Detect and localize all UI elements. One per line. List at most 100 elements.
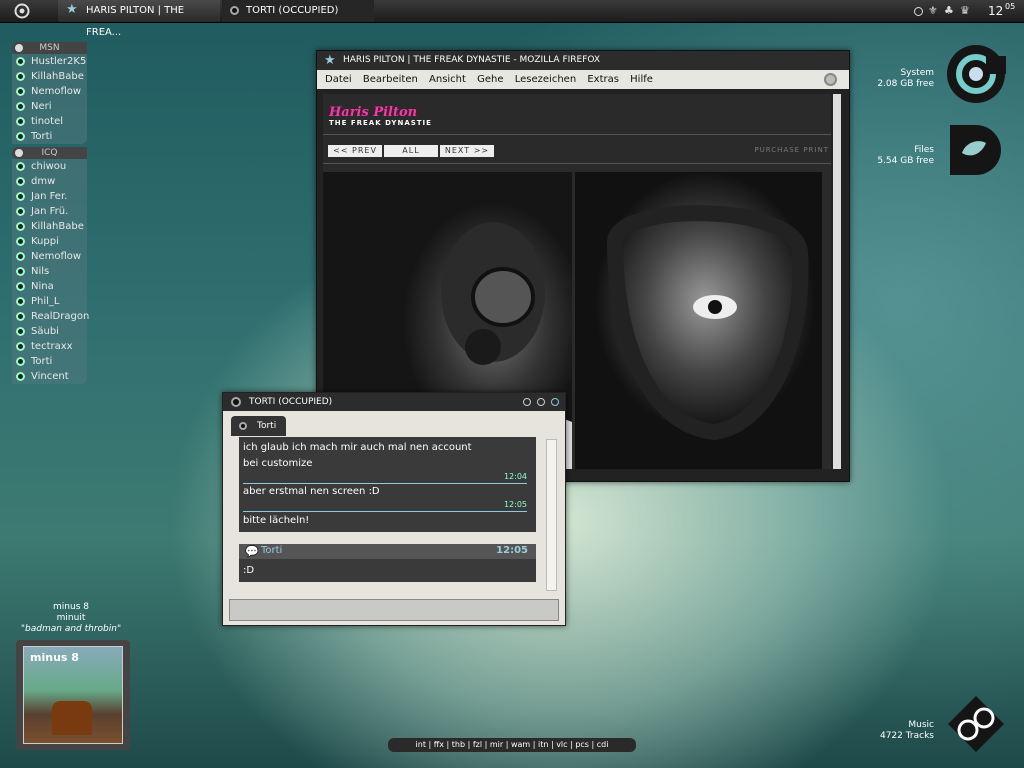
menu-lesezeichen[interactable]: Lesezeichen: [515, 74, 576, 85]
contact-item[interactable]: Säubi: [12, 324, 87, 339]
contact-item[interactable]: KillahBabe: [12, 219, 87, 234]
online-status-icon: [16, 132, 25, 141]
task-firefox[interactable]: ★ HARIS PILTON | THE FREA...: [58, 0, 220, 38]
quicklaunch-bar[interactable]: int | ffx | thb | fzl | mir | wam | itn …: [388, 738, 636, 752]
files-drive-icon[interactable]: [946, 121, 1004, 179]
maximize-icon[interactable]: [537, 398, 545, 406]
icq-contacts: chiwou dmw Jan Fer. Jan Frü. KillahBabe …: [12, 159, 89, 384]
online-status-icon: [16, 297, 25, 306]
start-menu-icon[interactable]: [14, 3, 30, 19]
album-cover[interactable]: minus 8: [16, 640, 130, 750]
contact-item[interactable]: Neri: [12, 99, 87, 114]
contact-item[interactable]: tectraxx: [12, 339, 87, 354]
contact-item[interactable]: chiwou: [12, 159, 87, 174]
contact-item[interactable]: dmw: [12, 174, 87, 189]
contact-item[interactable]: Nina: [12, 279, 87, 294]
clock-minute: 05: [1005, 2, 1016, 11]
contact-item[interactable]: Nils: [12, 264, 87, 279]
prev-button[interactable]: << PREV: [328, 145, 382, 157]
club-icon[interactable]: ♣: [944, 0, 954, 22]
online-status-icon: [16, 312, 25, 321]
group-icon: [15, 149, 23, 157]
menu-ansicht[interactable]: Ansicht: [429, 74, 466, 85]
contact-list-msn: MSN Hustler2K5 KillahBabe Nemoflow Neri …: [12, 42, 87, 144]
all-button[interactable]: ALL: [384, 145, 438, 157]
minimize-icon[interactable]: [523, 398, 531, 406]
online-status-icon: [16, 87, 25, 96]
chat-window: TORTI (OCCUPIED) Torti ich glaub ich mac…: [222, 392, 566, 626]
menu-hilfe[interactable]: Hilfe: [630, 74, 653, 85]
online-status-icon: [16, 357, 25, 366]
task-chat-label: TORTI (OCCUPIED): [246, 5, 339, 16]
star-icon: ★: [324, 53, 336, 68]
next-button[interactable]: NEXT >>: [440, 145, 494, 157]
purchase-print-link[interactable]: PURCHASE PRINT: [754, 146, 829, 154]
menu-gehe[interactable]: Gehe: [477, 74, 503, 85]
fleur-icon[interactable]: ⚜: [928, 0, 938, 22]
chat-icon: [230, 6, 239, 15]
now-playing-info: minus 8 minuit "badman and throbin": [20, 602, 122, 634]
task-chat[interactable]: TORTI (OCCUPIED): [222, 0, 374, 22]
message-2: aber erstmal nen screen :D 12:05: [239, 486, 533, 512]
msn-group-header[interactable]: MSN: [12, 42, 87, 54]
status-icon[interactable]: [914, 7, 923, 16]
icq-group-header[interactable]: ICQ: [12, 147, 87, 159]
contact-item[interactable]: Jan Frü.: [12, 204, 87, 219]
tab-torti[interactable]: Torti: [231, 416, 286, 436]
firefox-titlebar[interactable]: ★ HARIS PILTON | THE FREAK DYNASTIE - MO…: [317, 51, 849, 70]
clock-hour: 12: [988, 4, 1004, 18]
online-status-icon: [16, 177, 25, 186]
message-input[interactable]: [229, 599, 559, 621]
contact-item[interactable]: tinotel: [12, 114, 87, 129]
contact-item[interactable]: RealDragon: [12, 309, 89, 324]
contact-list-icq: ICQ chiwou dmw Jan Fer. Jan Frü. KillahB…: [12, 147, 89, 384]
crown-icon[interactable]: ♛: [960, 0, 970, 22]
menu-bearbeiten[interactable]: Bearbeiten: [363, 74, 418, 85]
online-status-icon: [16, 327, 25, 336]
online-status-icon: [16, 237, 25, 246]
message-1: ich glaub ich mach mir auch mal nen acco…: [239, 440, 533, 484]
online-status-icon: [16, 192, 25, 201]
online-status-icon: [16, 222, 25, 231]
files-drive-label: Files 5.54 GB free: [877, 145, 934, 166]
close-icon[interactable]: [551, 398, 559, 406]
chat-scrollbar[interactable]: [546, 439, 557, 591]
contact-item[interactable]: Phil_L: [12, 294, 87, 309]
menu-extras[interactable]: Extras: [587, 74, 619, 85]
site-logo[interactable]: Haris Pilton THE FREAK DYNASTIE: [329, 106, 432, 127]
task-firefox-label: HARIS PILTON | THE FREA...: [86, 5, 185, 38]
msn-contacts: Hustler2K5 KillahBabe Nemoflow Neri tino…: [12, 54, 87, 144]
contact-item[interactable]: KillahBabe: [12, 69, 87, 84]
system-drive-label: System 2.08 GB free: [877, 68, 934, 89]
system-drive-icon[interactable]: [946, 44, 1008, 104]
system-tray: ⚜ ♣ ♛ 12 05: [914, 0, 1024, 22]
contact-item[interactable]: Kuppi: [12, 234, 87, 249]
contact-item[interactable]: Torti: [12, 129, 87, 144]
photo-right[interactable]: [575, 172, 822, 469]
online-status-icon: [16, 252, 25, 261]
online-status-icon: [16, 57, 25, 66]
contact-item[interactable]: Jan Fer.: [12, 189, 87, 204]
online-status-icon: [16, 282, 25, 291]
taskbar: ★ HARIS PILTON | THE FREA... TORTI (OCCU…: [0, 0, 1024, 38]
chat-icon: [231, 397, 241, 407]
contact-item[interactable]: Torti: [12, 354, 87, 369]
reply-block: 💬 Torti 12:05 :D: [239, 544, 536, 582]
contact-item[interactable]: Hustler2K5: [12, 54, 87, 69]
reply-text: :D: [243, 565, 255, 576]
menu-datei[interactable]: Datei: [325, 74, 352, 85]
music-library-icon[interactable]: [946, 694, 1006, 754]
reply-sender: Torti: [261, 545, 283, 556]
music-label: Music 4722 Tracks: [879, 720, 934, 741]
contact-item[interactable]: Nemoflow: [12, 249, 87, 264]
online-status-icon: [16, 72, 25, 81]
online-status-icon: [16, 162, 25, 171]
contact-item[interactable]: Vincent: [12, 369, 87, 384]
online-status-icon: [16, 372, 25, 381]
online-status-icon: [16, 102, 25, 111]
cover-logo: minus 8: [30, 651, 79, 664]
page-scrollbar[interactable]: [833, 94, 841, 469]
firefox-menubar: Datei Bearbeiten Ansicht Gehe Lesezeiche…: [317, 70, 849, 89]
chat-titlebar[interactable]: TORTI (OCCUPIED): [223, 393, 565, 411]
contact-item[interactable]: Nemoflow: [12, 84, 87, 99]
